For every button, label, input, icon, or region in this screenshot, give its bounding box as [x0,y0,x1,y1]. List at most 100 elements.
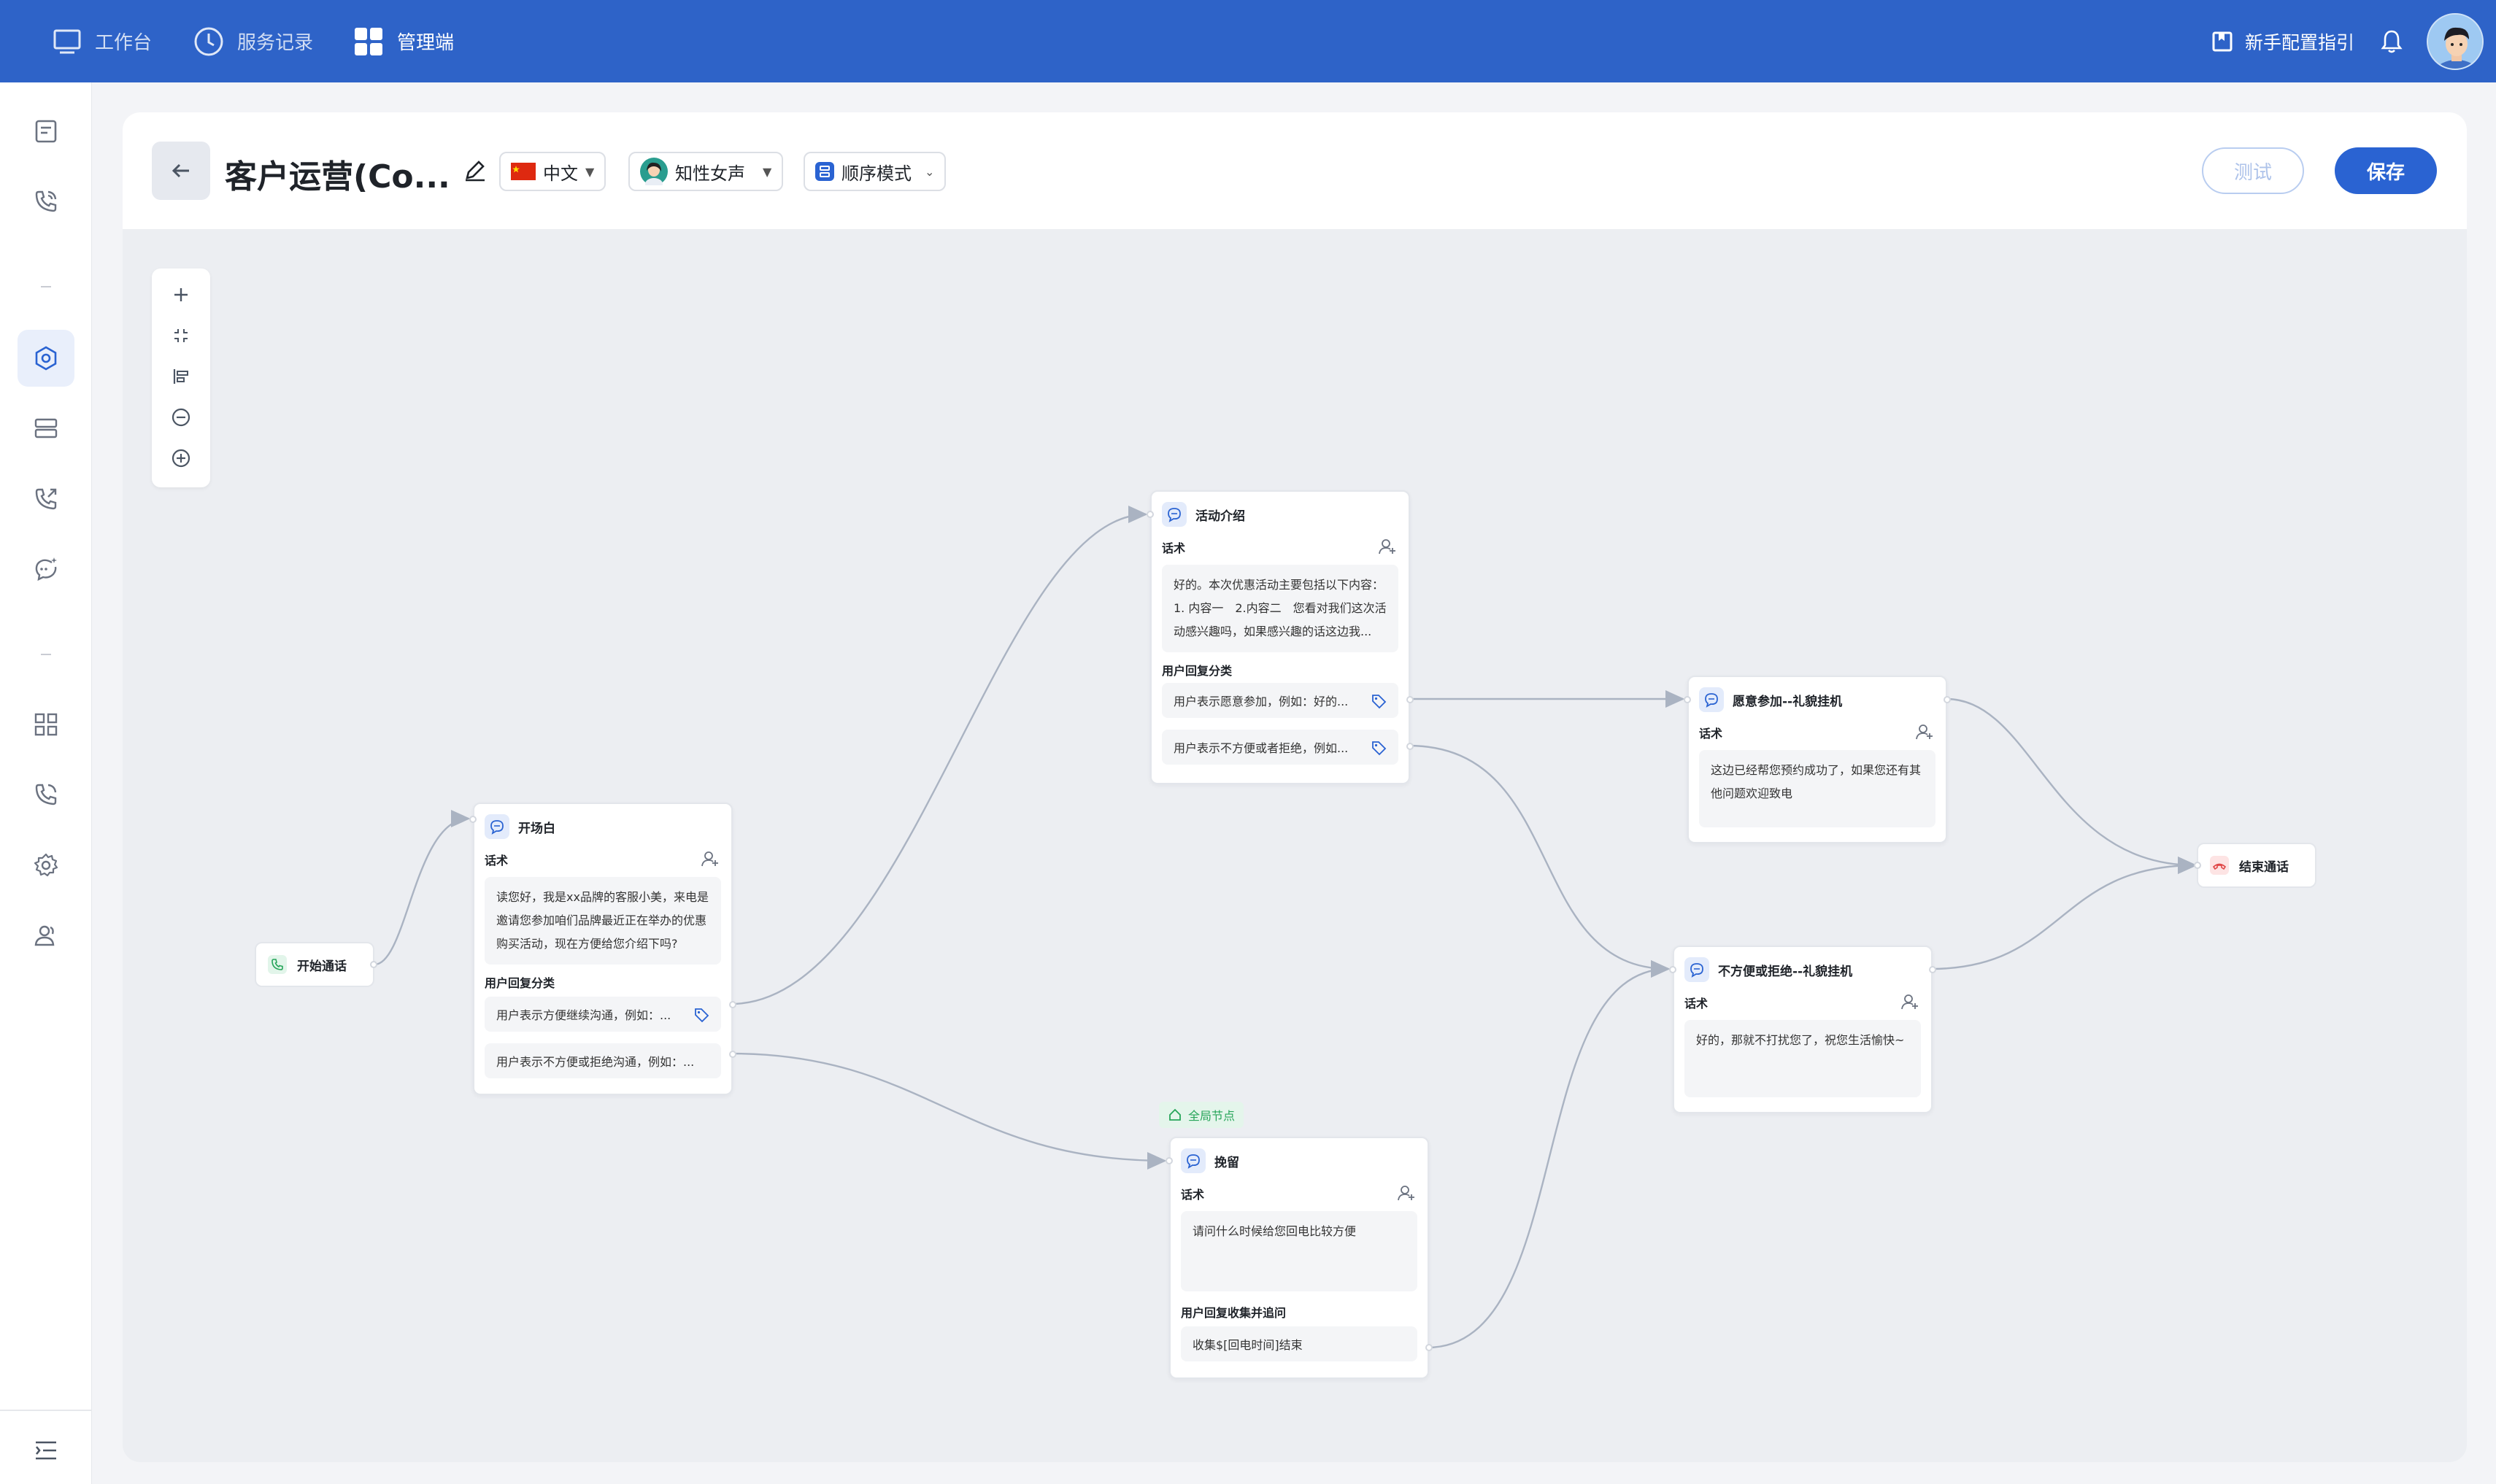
nav-service-records[interactable]: 服务记录 [193,0,313,82]
input-port[interactable] [1166,1157,1173,1164]
output-port[interactable] [1944,696,1951,703]
speech-label: 话术 [1162,541,1186,555]
agent-add-icon[interactable] [1915,722,1934,741]
nav-workbench[interactable]: 工作台 [53,0,152,82]
agent-add-icon[interactable] [1900,992,1919,1011]
editor-header: 客户运营(Co... 中文 ▼ 知性女声 ▼ 顺序模式 ⌄ 测试 保存 [123,112,2467,229]
phone-outgoing-icon [35,488,57,510]
sidebar-collapse-button[interactable] [18,1422,74,1479]
speech-text: 读您好，我是xx品牌的客服小美，来电是 邀请您参加咱们品牌最近正在举办的优惠 购… [485,877,721,965]
input-port[interactable] [1147,511,1154,518]
agent-add-icon[interactable] [1397,1183,1416,1202]
sidebar-item-calls[interactable] [18,173,74,230]
sidebar-item-ai-chat[interactable] [18,541,74,598]
reply-branch[interactable]: 用户表示不方便或拒绝沟通，例如：... [485,1043,721,1078]
opening-node[interactable]: 开场白 话术 读您好，我是xx品牌的客服小美，来电是 邀请您参加咱们品牌最近正在… [469,803,736,1095]
agent-add-icon[interactable] [701,849,720,868]
caret-down-icon: ▼ [585,164,595,179]
chat-bubble-icon [485,814,509,839]
add-node-button[interactable] [166,280,196,309]
monitor-icon [53,29,81,53]
sidebar-item-users[interactable] [18,907,74,964]
speech-line: 购买活动，现在方便给您介绍下吗? [496,937,678,951]
activity-intro-node[interactable]: 活动介绍 话术 好的。本次优惠活动主要包括以下内容： 1. 内容一 2.内容二 … [1147,490,1414,784]
canvas-toolbox [152,268,210,487]
avatar-illustration [2428,15,2482,69]
output-port[interactable] [1425,1344,1433,1351]
input-port[interactable] [1684,696,1691,703]
hexagon-settings-icon [35,346,57,371]
output-port[interactable] [729,1001,736,1008]
sidebar-item-flow-config[interactable] [18,330,74,387]
plus-icon [174,288,188,301]
tag-icon[interactable] [1371,693,1387,709]
chat-bubble-icon [1699,687,1724,712]
input-port[interactable] [1669,966,1676,973]
notification-bell[interactable] [2381,0,2403,82]
sidebar-item-servers[interactable] [18,400,74,457]
document-icon [35,120,57,143]
global-node-tag: 全局节点 [1159,1102,1244,1128]
bell-icon [2381,30,2403,53]
speech-line: 好的。本次优惠活动主要包括以下内容： [1174,578,1384,592]
retain-node[interactable]: 挽留 话术 请问什么时候给您回电比较方便 用户回复收集并追问 收集$[回电时间]… [1166,1137,1433,1379]
speech-line: 1. 内容一 2.内容二 您看对我们这次活 [1174,601,1387,615]
collect-branch[interactable]: 收集$[回电时间]结束 [1181,1326,1417,1361]
home-icon [1169,1108,1181,1121]
save-button[interactable]: 保存 [2335,147,2437,194]
nav-admin[interactable]: 管理端 [353,0,454,82]
start-call-node[interactable]: 开始通话 [255,942,377,987]
guide-link[interactable]: 新手配置指引 [2211,0,2354,82]
reply-category-label: 用户回复分类 [1162,664,1233,678]
zoom-in-button[interactable] [166,444,196,473]
reply-branch[interactable]: 用户表示不方便或者拒绝，例如... [1162,730,1398,765]
output-port[interactable] [1406,696,1414,703]
willing-hangup-node[interactable]: 愿意参加--礼貌挂机 话术 这边已经帮您预约成功了，如果您还有其 他问题欢迎致电 [1684,676,1951,843]
sidebar-item-documents[interactable] [18,103,74,160]
chat-bubble-icon [1684,957,1709,982]
input-port[interactable] [469,816,477,823]
sidebar-item-apps[interactable] [18,696,74,753]
speech-label: 话术 [1684,997,1709,1010]
test-button[interactable]: 测试 [2202,147,2304,194]
output-port[interactable] [1929,966,1936,973]
reply-text: 用户表示愿意参加，例如：好的... [1174,695,1349,708]
zoom-out-button[interactable] [166,403,196,432]
output-port[interactable] [729,1051,736,1058]
mode-select[interactable]: 顺序模式 ⌄ [804,152,947,191]
voice-value: 知性女声 [675,163,745,184]
fit-view-button[interactable] [166,321,196,350]
flow-canvas[interactable]: 开始通话 开场白 话术 读您好，我是xx品牌的客服小美，来电是 邀请您参加咱们品… [123,229,2467,1462]
decline-hangup-node[interactable]: 不方便或拒绝--礼貌挂机 话术 好的，那就不打扰您了，祝您生活愉快~ [1669,946,1936,1113]
pencil-icon [466,161,485,182]
output-port[interactable] [370,961,377,968]
sidebar-item-call-center[interactable] [18,766,74,823]
top-navigation-bar: 工作台 服务记录 管理端 新手配置指引 [0,0,2496,82]
chat-bubble-icon [1181,1148,1206,1173]
end-call-node[interactable]: 结束通话 [2194,843,2316,888]
reply-branch[interactable]: 用户表示方便继续沟通，例如：... [485,997,721,1032]
node-header: 愿意参加--礼貌挂机 [1699,687,1842,712]
edit-title-button[interactable] [463,158,488,185]
language-select[interactable]: 中文 ▼ [499,152,606,191]
reply-branch[interactable]: 用户表示愿意参加，例如：好的... [1162,683,1398,718]
edge-opening-to-retain [731,1052,1167,1170]
input-port[interactable] [2194,862,2201,869]
output-port[interactable] [1406,743,1414,750]
user-avatar[interactable] [2427,13,2484,70]
sidebar-item-outbound[interactable] [18,471,74,527]
node-header: 活动介绍 [1162,502,1245,527]
agent-add-icon[interactable] [1378,537,1397,556]
node-header: 开场白 [485,814,555,839]
sidebar-item-settings[interactable] [18,837,74,894]
caret-down-icon: ▼ [763,164,772,179]
speech-label: 话术 [1699,727,1723,741]
edge-willing-to-end [1945,697,2198,874]
voice-select[interactable]: 知性女声 ▼ [628,152,784,191]
tag-icon[interactable] [693,1007,709,1023]
speech-text: 请问什么时候给您回电比较方便 [1181,1211,1417,1291]
align-button[interactable] [166,362,196,391]
back-button[interactable] [152,142,210,200]
speech-line: 他问题欢迎致电 [1711,787,1793,800]
tag-icon[interactable] [1371,740,1387,756]
